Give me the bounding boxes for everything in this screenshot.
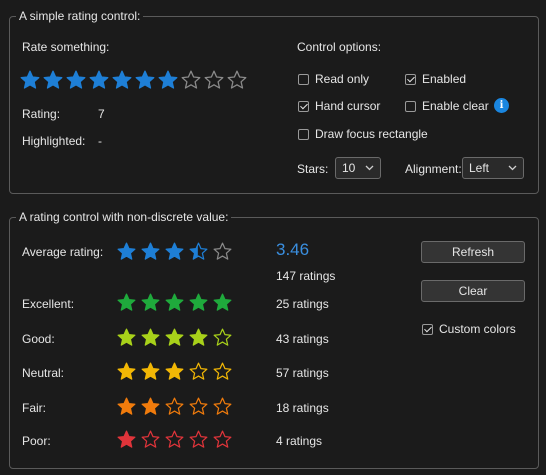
star-icon[interactable] [181,70,201,90]
star-icon[interactable] [66,70,86,90]
star-icon [213,328,232,346]
star-icon [141,430,160,448]
star-icon[interactable] [227,70,247,90]
rating-row-count: 43 ratings [276,332,329,346]
enabled-checkbox[interactable]: Enabled [405,72,466,86]
rating-row-stars [117,328,237,347]
star-icon [117,430,136,448]
star-icon [189,242,208,260]
simple-rating-group-title: A simple rating control: [16,9,144,24]
star-icon [117,242,136,260]
rating-row-count: 25 ratings [276,297,329,311]
star-icon [141,397,160,415]
chevron-down-icon [508,165,517,171]
non-discrete-rating-group-title: A rating control with non-discrete value… [16,210,232,225]
stars-count-label: Stars: [297,162,329,176]
rating-row-count: 57 ratings [276,366,329,380]
stars-count-select-value: 10 [342,161,356,175]
star-icon[interactable] [20,70,40,90]
star-icon[interactable] [135,70,155,90]
refresh-button[interactable]: Refresh [421,241,525,263]
star-icon[interactable] [89,70,109,90]
star-icon [141,242,160,260]
star-icon [189,430,208,448]
star-icon [213,362,232,380]
highlighted-value: - [98,134,102,148]
chevron-down-icon [365,165,374,171]
rating-row-label: Fair: [22,401,46,415]
alignment-label: Alignment: [405,162,462,176]
rating-row-stars [117,293,237,312]
enabled-checkbox-box[interactable] [405,73,416,85]
star-icon [117,328,136,346]
average-rating-label: Average rating: [22,245,104,259]
total-ratings: 147 ratings [276,269,336,283]
enabled-checkbox-label: Enabled [422,72,467,86]
hand-cursor-checkbox[interactable]: Hand cursor [298,99,380,113]
enable-clear-checkbox[interactable]: Enable clear [405,99,489,113]
star-icon [141,328,160,346]
read-only-checkbox-box[interactable] [298,73,309,85]
star-icon [213,397,232,415]
rating-row-label: Neutral: [22,366,65,380]
alignment-select[interactable]: Left [462,157,524,179]
hand-cursor-checkbox-label: Hand cursor [315,99,381,113]
star-icon [141,293,160,311]
star-icon[interactable] [158,70,178,90]
rating-value: 7 [98,107,105,121]
rate-something-label: Rate something: [22,40,110,54]
star-icon [141,362,160,380]
enable-clear-checkbox-box[interactable] [405,100,416,112]
star-icon[interactable] [112,70,132,90]
rating-row-label: Poor: [22,434,51,448]
rating-row-count: 18 ratings [276,401,329,415]
rating-row-stars [117,397,237,416]
star-icon[interactable] [204,70,224,90]
info-icon[interactable]: i [494,98,509,113]
draw-focus-checkbox-label: Draw focus rectangle [315,127,428,141]
rating-row-label: Good: [22,332,55,346]
average-rating-stars [117,242,237,261]
star-icon[interactable] [43,70,63,90]
read-only-checkbox-label: Read only [315,72,370,86]
star-icon [189,293,208,311]
stars-count-select[interactable]: 10 [335,157,381,179]
rating-row-label: Excellent: [22,297,75,311]
rating-label: Rating: [22,107,61,121]
star-icon [213,430,232,448]
star-icon [117,397,136,415]
highlighted-label: Highlighted: [22,134,86,148]
star-icon [165,328,184,346]
draw-focus-checkbox-box[interactable] [298,128,309,140]
star-icon [165,397,184,415]
average-rating-value: 3.46 [276,240,310,259]
star-icon [213,293,232,311]
star-icon [165,242,184,260]
rating-control[interactable] [20,70,250,90]
star-icon [213,242,232,260]
rating-row-stars [117,430,237,449]
alignment-select-value: Left [469,161,490,175]
rating-row-count: 4 ratings [276,434,323,448]
rating-row-stars [117,362,237,381]
star-icon [189,397,208,415]
clear-button[interactable]: Clear [421,280,525,302]
custom-colors-checkbox[interactable]: Custom colors [422,322,516,336]
hand-cursor-checkbox-box[interactable] [298,100,309,112]
star-icon [165,430,184,448]
draw-focus-checkbox[interactable]: Draw focus rectangle [298,127,428,141]
star-icon [165,293,184,311]
star-icon [189,362,208,380]
star-icon [165,362,184,380]
custom-colors-checkbox-label: Custom colors [439,322,516,336]
read-only-checkbox[interactable]: Read only [298,72,369,86]
enable-clear-checkbox-label: Enable clear [422,99,489,113]
star-icon [117,362,136,380]
custom-colors-checkbox-box[interactable] [422,323,433,335]
star-icon [117,293,136,311]
control-options-label: Control options: [297,40,382,54]
star-icon [189,328,208,346]
